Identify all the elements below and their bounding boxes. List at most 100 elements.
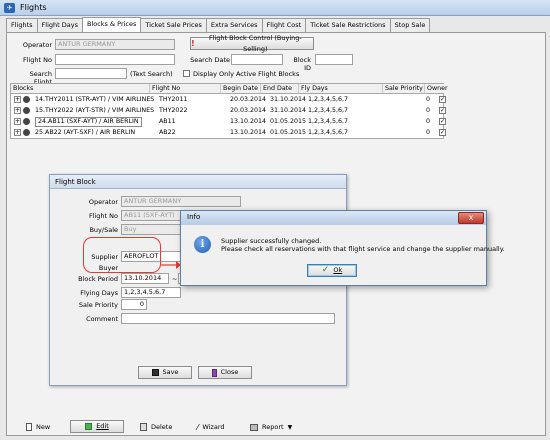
search-date-field[interactable] [231, 54, 283, 65]
fb-sale-priority-field[interactable]: 0 [121, 299, 147, 310]
col-sale-priority[interactable]: Sale Priority [383, 84, 425, 94]
grid-cell-days: 1,2,3,4,5,6,7 [308, 129, 349, 136]
tab-ticket-sale-restrictions[interactable]: Ticket Sale Restrictions [305, 18, 391, 32]
fb-comment-field[interactable] [121, 313, 335, 324]
search-date-label: Search Date [190, 56, 230, 64]
grid-cell-end: 01.05.2015 [270, 118, 307, 125]
grid-cell-priority: 0 [426, 107, 431, 114]
warning-icon: ! [191, 39, 195, 48]
fb-sale-priority-label: Sale Priority [78, 301, 118, 309]
grid-cell-end: 31.10.2014 [270, 96, 307, 103]
grid-cell-owner[interactable]: ✓ [439, 96, 446, 103]
close-button[interactable]: Close [198, 366, 252, 379]
printer-icon [250, 423, 258, 431]
new-label: New [36, 423, 51, 431]
edit-label: Edit [96, 422, 109, 430]
fb-period-start[interactable]: 13.10.2014 [121, 273, 169, 284]
row-expand-icon[interactable]: + [14, 96, 21, 103]
row-expand-icon[interactable]: + [14, 107, 21, 114]
app-icon: ✈ [4, 3, 15, 13]
fb-period-label: Block Period [78, 275, 118, 283]
fb-comment-label: Comment [86, 315, 118, 323]
tab-blocks-prices[interactable]: Blocks & Prices [81, 17, 142, 32]
save-button[interactable]: Save [138, 366, 192, 379]
save-icon [151, 369, 159, 376]
col-begin-date[interactable]: Begin Date [221, 84, 261, 94]
close-icon[interactable]: x [458, 212, 484, 224]
col-owner[interactable]: Owner [425, 84, 448, 94]
grid-cell-end: 31.10.2014 [270, 107, 307, 114]
delete-icon [140, 423, 147, 431]
fb-fly-days-field[interactable]: 1,2,3,4,5,6,7 [121, 287, 181, 298]
grid-cell-end: 01.05.2015 [270, 129, 307, 136]
delete-button[interactable]: Delete [140, 420, 172, 434]
col-blocks[interactable]: Blocks [11, 84, 150, 94]
row-expand-icon[interactable]: + [14, 118, 21, 125]
new-button[interactable]: New [26, 420, 50, 434]
col-end-date[interactable]: End Date [261, 84, 299, 94]
save-label: Save [162, 368, 179, 376]
grid-cell-priority: 0 [426, 118, 431, 125]
grid-cell-flight: THY2011 [159, 96, 188, 103]
grid-cell-begin: 13.10.2014 [230, 118, 267, 125]
window-titlebar: ✈ Flights [0, 0, 550, 16]
col-flight-no[interactable]: Flight No [150, 84, 221, 94]
report-label: Report [262, 423, 284, 431]
grid-cell-flight: THY2022 [159, 107, 188, 114]
grid-cell-begin: 20.03.2014 [230, 96, 267, 103]
flight-no-field[interactable] [55, 54, 175, 65]
grid-cell-owner[interactable]: ✓ [439, 129, 446, 136]
block-id-field[interactable] [315, 54, 353, 65]
wizard-label: Wizard [202, 423, 225, 431]
edit-button[interactable]: Edit [70, 420, 124, 433]
grid-cell-owner[interactable]: ✓ [439, 118, 446, 125]
fb-operator-field[interactable]: ANTUR GERMANY [121, 196, 241, 207]
info-title: Info [181, 211, 486, 225]
tab-stop-sale[interactable]: Stop Sale [389, 18, 431, 32]
fb-flight-no-label: Flight No [88, 212, 118, 220]
tab-flights[interactable]: Flights [6, 18, 38, 32]
grid-cell-priority: 0 [426, 129, 431, 136]
grid-cell-days: 1,2,3,4,5,6,7 [308, 96, 349, 103]
door-icon [211, 368, 217, 377]
grid-cell-block: 25.AB22 (AYT-SXF) / AIR BERLIN [35, 129, 136, 136]
arrow-icon [161, 261, 181, 269]
grid-cell-owner[interactable]: ✓ [439, 107, 446, 114]
text-search-hint: (Text Search) [130, 70, 173, 78]
block-icon [23, 107, 30, 114]
col-fly-days[interactable]: Fly Days [299, 84, 383, 94]
window-title: Flights [20, 3, 47, 12]
fb-operator-label: Operator [88, 198, 118, 206]
grid-cell-flight: AB22 [159, 129, 176, 136]
grid-cell-begin: 13.10.2014 [230, 129, 267, 136]
active-only-checkbox[interactable] [183, 70, 190, 77]
tab-extra-services[interactable]: Extra Services [205, 18, 263, 32]
search-flight-field[interactable] [55, 68, 127, 79]
operator-field[interactable]: ANTUR GERMANY [55, 39, 175, 50]
flight-no-label: Flight No [22, 56, 52, 64]
ok-button[interactable]: ✓ Ok [307, 264, 357, 277]
tab-flight-days[interactable]: Flight Days [36, 18, 83, 32]
active-only-label: Display Only Active Flight Blocks [193, 70, 300, 78]
tab-flight-cost[interactable]: Flight Cost [261, 18, 307, 32]
grid-cell-days: 1,2,3,4,5,6,7 [308, 118, 349, 125]
grid-cell-block: 24.AB11 (SXF-AYT) / AIR BERLIN [35, 117, 142, 127]
flight-block-control-button[interactable]: ! Flight Block Control (Buying-Selling) [190, 34, 314, 53]
report-button[interactable]: Report ▼ [250, 420, 292, 434]
grid-cell-flight: AB11 [159, 118, 176, 125]
info-message-line2: Please check all reservations with that … [221, 245, 505, 253]
grid-cell-begin: 20.03.2014 [230, 107, 267, 114]
check-icon: ✓ [321, 265, 330, 275]
wizard-button[interactable]: ⁄ Wizard [197, 420, 225, 434]
info-icon: i [194, 236, 211, 253]
fb-buy-sale-field[interactable]: Buy [121, 224, 181, 235]
wand-icon: ⁄ [197, 422, 199, 432]
ok-label: Ok [333, 266, 343, 274]
row-expand-icon[interactable]: + [14, 129, 21, 136]
grid-cell-days: 1,2,3,4,5,6,7 [308, 107, 349, 114]
tab-strip: Flights Flight Days Blocks & Prices Tick… [6, 17, 431, 32]
chevron-down-icon[interactable]: ▼ [288, 424, 293, 431]
flight-block-title: Flight Block [50, 175, 346, 189]
flight-block-control-label: Flight Block Control (Buying-Selling) [208, 33, 302, 53]
tab-ticket-sale-prices[interactable]: Ticket Sale Prices [140, 18, 207, 32]
